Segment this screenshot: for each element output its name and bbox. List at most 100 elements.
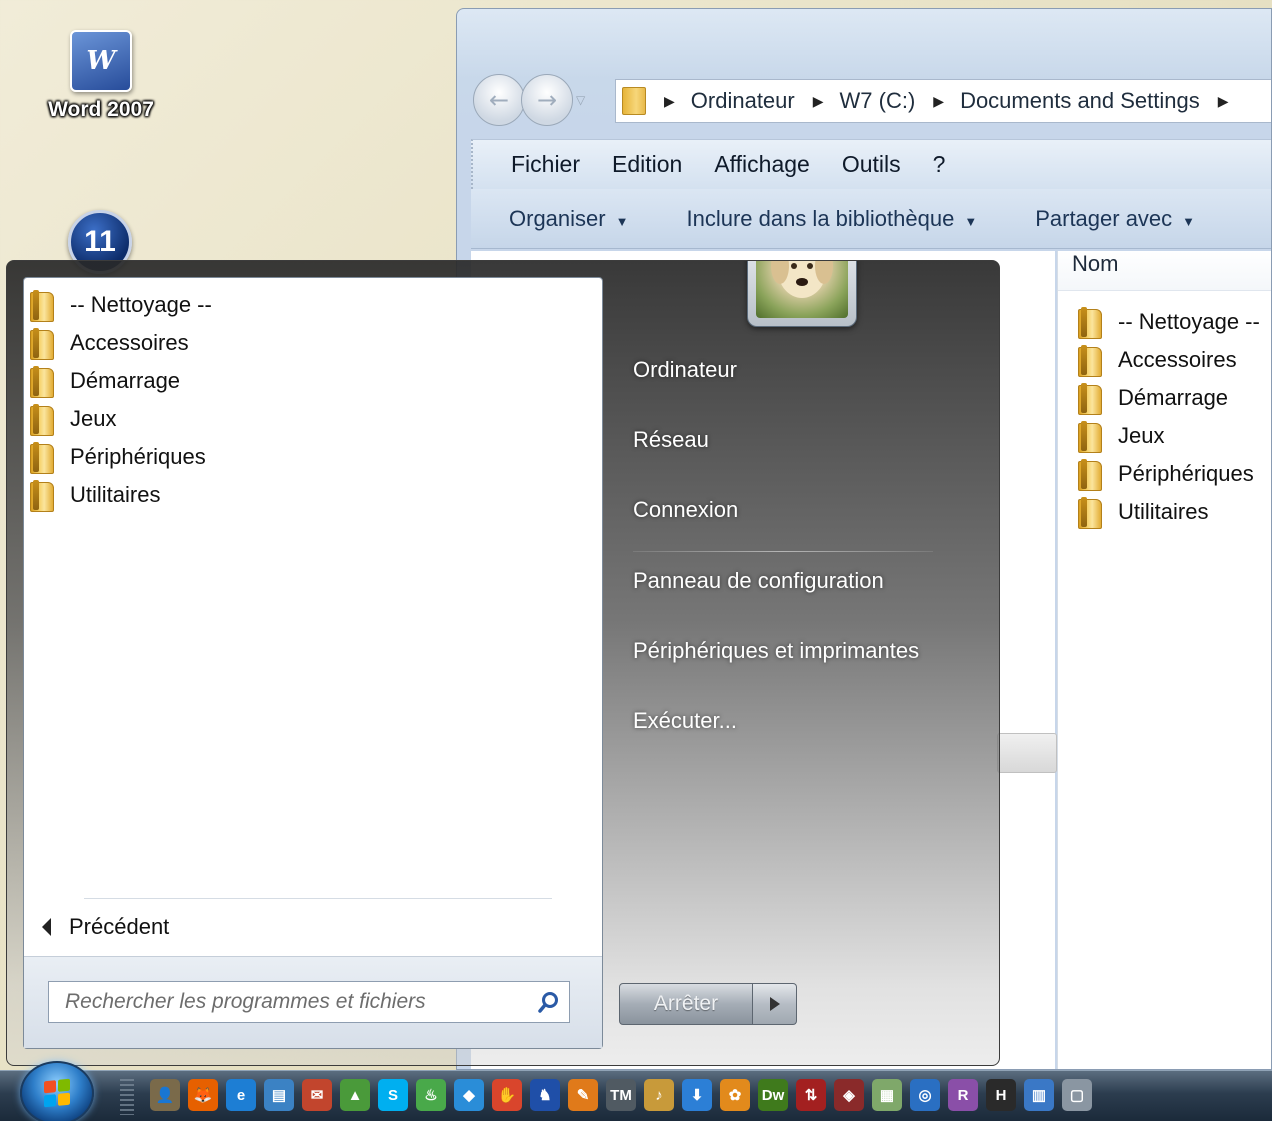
folder-icon	[622, 87, 646, 115]
folder-icon	[30, 366, 56, 398]
flame-icon[interactable]: ♨	[416, 1079, 446, 1111]
file-item[interactable]: Périphériques	[1058, 455, 1271, 493]
menu-affichage[interactable]: Affichage	[714, 151, 809, 178]
breadcrumb-ordinateur[interactable]: Ordinateur	[691, 88, 795, 114]
ftp-icon[interactable]: ⇅	[796, 1079, 826, 1111]
menu-fichier[interactable]: Fichier	[511, 151, 580, 178]
folder-icon	[30, 328, 56, 360]
start-item-control-panel[interactable]: Panneau de configuration	[633, 568, 973, 638]
chess-icon[interactable]: ♞	[530, 1079, 560, 1111]
chevron-right-icon[interactable]: ▶	[1218, 93, 1229, 110]
user-profile-icon[interactable]: 👤	[150, 1079, 180, 1111]
forward-icon[interactable]: →	[521, 74, 573, 126]
program-folder[interactable]: -- Nettoyage --	[24, 286, 602, 324]
file-pane: Nom -- Nettoyage -- Accessoires Démarrag…	[1057, 251, 1271, 1069]
file-item[interactable]: -- Nettoyage --	[1058, 303, 1271, 341]
program-folder[interactable]: Accessoires	[24, 324, 602, 362]
file-item-label: Accessoires	[1118, 347, 1237, 372]
include-in-library-button[interactable]: Inclure dans la bibliothèque ▼	[686, 206, 977, 232]
program-folder[interactable]: Jeux	[24, 400, 602, 438]
search-input[interactable]: Rechercher les programmes et fichiers	[48, 981, 570, 1023]
start-item-run[interactable]: Exécuter...	[633, 708, 973, 778]
start-item-connexion[interactable]: Connexion	[633, 497, 973, 567]
back-arrow-icon	[42, 918, 51, 936]
file-item[interactable]: Jeux	[1058, 417, 1271, 455]
program-folder[interactable]: Utilitaires	[24, 476, 602, 514]
chevron-right-icon[interactable]: ▶	[813, 93, 824, 110]
scrollbar-thumb[interactable]	[997, 733, 1057, 773]
windows-logo-icon	[44, 1078, 70, 1108]
firefox-icon[interactable]: 🦊	[188, 1079, 218, 1111]
column-header-name[interactable]: Nom	[1058, 251, 1271, 291]
dropdown-arrow-icon: ▼	[615, 213, 629, 229]
include-in-library-label: Inclure dans la bibliothèque	[686, 205, 955, 231]
back-button[interactable]: Précédent	[42, 914, 169, 940]
taskbar-grip[interactable]	[120, 1079, 134, 1115]
folder-icon	[1078, 497, 1104, 529]
file-item[interactable]: Utilitaires	[1058, 493, 1271, 531]
extra-icon[interactable]: ▢	[1062, 1079, 1092, 1111]
program-folder-label: Accessoires	[70, 330, 189, 355]
start-item-ordinateur[interactable]: Ordinateur	[633, 357, 973, 427]
music-icon[interactable]: ♪	[644, 1079, 674, 1111]
file-item[interactable]: Démarrage	[1058, 379, 1271, 417]
printer-icon[interactable]: ▤	[264, 1079, 294, 1111]
breadcrumb-documents-and-settings[interactable]: Documents and Settings	[960, 88, 1200, 114]
menu-edition[interactable]: Edition	[612, 151, 682, 178]
word-2007-shortcut[interactable]: W Word 2007	[36, 30, 166, 122]
start-item-devices-printers[interactable]: Périphériques et imprimantes	[633, 638, 973, 708]
notepad-icon[interactable]: ▦	[872, 1079, 902, 1111]
network-icon[interactable]: ◈	[834, 1079, 864, 1111]
program-folder[interactable]: Démarrage	[24, 362, 602, 400]
mail-icon[interactable]: ✉	[302, 1079, 332, 1111]
tm-icon[interactable]: TM	[606, 1079, 636, 1111]
photo-gallery-icon[interactable]: ▲	[340, 1079, 370, 1111]
search-icon[interactable]	[529, 990, 569, 1014]
shutdown-options-button[interactable]	[753, 983, 797, 1025]
program-folder[interactable]: Périphériques	[24, 438, 602, 476]
file-item-label: Périphériques	[1118, 461, 1254, 486]
start-item-reseau[interactable]: Réseau	[633, 427, 973, 497]
download-icon[interactable]: ⬇	[682, 1079, 712, 1111]
dreamweaver-icon[interactable]: Dw	[758, 1079, 788, 1111]
program-folder-label: Démarrage	[70, 368, 181, 393]
hand-icon[interactable]: ✋	[492, 1079, 522, 1111]
share-with-button[interactable]: Partager avec ▼	[1035, 206, 1195, 232]
file-item-label: Jeux	[1118, 423, 1165, 448]
breadcrumb-drive[interactable]: W7 (C:)	[840, 88, 916, 114]
menu-help[interactable]: ?	[933, 151, 946, 178]
chevron-right-icon[interactable]: ▶	[664, 93, 675, 110]
start-button[interactable]	[20, 1061, 94, 1121]
divider	[84, 898, 552, 899]
skype-icon[interactable]: S	[378, 1079, 408, 1111]
h-icon[interactable]: H	[986, 1079, 1016, 1111]
shutdown-button[interactable]: Arrêter	[619, 983, 753, 1025]
folder-icon	[1078, 383, 1104, 415]
dropdown-arrow-icon: ▼	[1182, 213, 1196, 229]
word-icon: W	[70, 30, 132, 92]
folder-icon	[1078, 421, 1104, 453]
brush-icon[interactable]: ✎	[568, 1079, 598, 1111]
search-placeholder: Rechercher les programmes et fichiers	[65, 990, 426, 1013]
shutdown-group: Arrêter	[619, 983, 797, 1025]
address-bar[interactable]: ▶ Ordinateur ▶ W7 (C:) ▶ Documents and S…	[615, 79, 1271, 123]
history-dropdown-icon[interactable]: ▽	[576, 93, 585, 107]
palette-icon[interactable]: ✿	[720, 1079, 750, 1111]
organiser-label: Organiser	[509, 205, 606, 231]
program-folder-label: Utilitaires	[70, 482, 161, 507]
user-picture[interactable]	[747, 261, 857, 327]
file-list: -- Nettoyage -- Accessoires Démarrage Je…	[1058, 291, 1271, 531]
menu-outils[interactable]: Outils	[842, 151, 901, 178]
back-icon[interactable]: ←	[473, 74, 525, 126]
outlook-icon[interactable]: ◎	[910, 1079, 940, 1111]
command-bar: Organiser ▼ Inclure dans la bibliothèque ▼…	[471, 189, 1271, 249]
r-icon[interactable]: R	[948, 1079, 978, 1111]
file-item[interactable]: Accessoires	[1058, 341, 1271, 379]
internet-explorer-icon[interactable]: e	[226, 1079, 256, 1111]
window-icon[interactable]: ▥	[1024, 1079, 1054, 1111]
cube-icon[interactable]: ◆	[454, 1079, 484, 1111]
nav-buttons: ← → ▽	[473, 71, 585, 129]
program-folder-label: Jeux	[70, 406, 117, 431]
chevron-right-icon[interactable]: ▶	[933, 93, 944, 110]
organiser-button[interactable]: Organiser ▼	[509, 206, 628, 232]
